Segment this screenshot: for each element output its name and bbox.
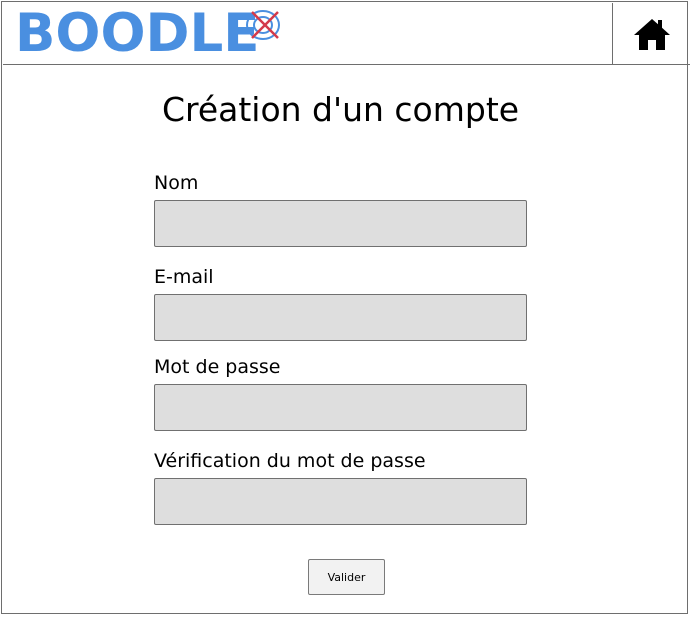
logo-text: BOODLE: [15, 3, 260, 64]
password-confirm-field[interactable]: [154, 478, 527, 525]
name-label: Nom: [154, 172, 199, 194]
home-icon: [633, 18, 670, 50]
logo-mark-icon: [246, 10, 280, 40]
password-field[interactable]: [154, 384, 527, 431]
boodle-logo: BOODLE: [15, 3, 285, 64]
email-label: E-mail: [154, 266, 214, 288]
page-title: Création d'un compte: [161, 90, 520, 129]
home-button[interactable]: [612, 3, 690, 64]
password-confirm-label: Vérification du mot de passe: [154, 450, 426, 472]
app-window: BOODLE Création d'un compte Nom E-mail M…: [1, 1, 690, 614]
password-label: Mot de passe: [154, 356, 281, 378]
name-field[interactable]: [154, 200, 527, 247]
header-bar: BOODLE: [3, 3, 690, 65]
submit-button[interactable]: Valider: [308, 559, 385, 595]
email-field[interactable]: [154, 294, 527, 341]
